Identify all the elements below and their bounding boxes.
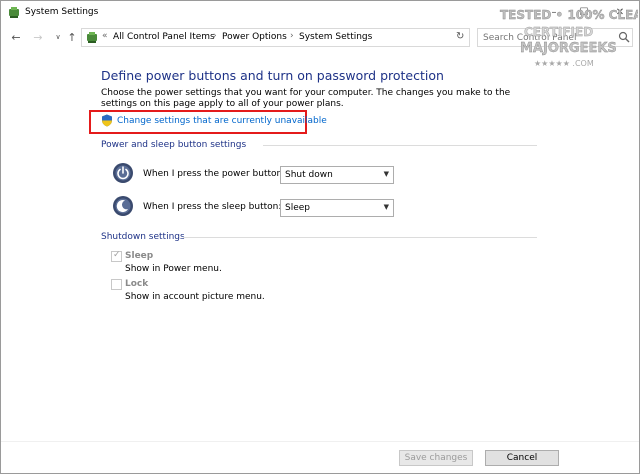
up-level-button[interactable]: ↑ xyxy=(65,30,79,44)
lock-checkbox[interactable] xyxy=(111,279,122,290)
breadcrumb-overflow[interactable]: « xyxy=(102,31,108,41)
save-changes-button[interactable]: Save changes xyxy=(399,450,473,466)
sleep-checkbox-label: Sleep xyxy=(125,251,154,261)
sleep-button-action-value: Sleep xyxy=(285,203,311,213)
uac-shield-icon xyxy=(102,114,112,127)
sleep-checkbox-description: Show in Power menu. xyxy=(125,264,222,274)
power-button-label: When I press the power button: xyxy=(143,169,286,179)
group-divider xyxy=(183,237,537,238)
change-settings-link[interactable]: Change settings that are currently unava… xyxy=(117,116,327,126)
system-settings-window: System Settings – ☐ ✕ ← → ∨ ↑ « All Cont… xyxy=(0,0,640,474)
lock-checkbox-description: Show in account picture menu. xyxy=(125,292,265,302)
breadcrumb-all-control-panel-items[interactable]: All Control Panel Items xyxy=(113,32,215,42)
power-button-icon xyxy=(113,163,133,183)
sleep-checkbox[interactable]: ✓ xyxy=(111,250,122,262)
page-title: Define power buttons and turn on passwor… xyxy=(101,68,444,83)
footer-divider xyxy=(1,441,639,442)
page-description: Choose the power settings that you want … xyxy=(101,88,511,109)
cancel-button[interactable]: Cancel xyxy=(485,450,559,466)
breadcrumb-system-settings[interactable]: System Settings xyxy=(299,32,372,42)
recent-locations-button[interactable]: ∨ xyxy=(51,30,65,44)
breadcrumb-separator[interactable]: › xyxy=(213,31,217,41)
chevron-down-icon: ▼ xyxy=(383,170,389,178)
watermark-line2: CERTIFIED xyxy=(524,25,593,39)
address-bar[interactable]: « All Control Panel Items › Power Option… xyxy=(81,28,470,47)
breadcrumb-power-options[interactable]: Power Options xyxy=(222,32,287,42)
breadcrumb-separator[interactable]: › xyxy=(290,31,294,41)
sleep-button-action-select[interactable]: Sleep ▼ xyxy=(280,199,394,217)
group-divider xyxy=(263,145,537,146)
power-button-action-select[interactable]: Shut down ▼ xyxy=(280,166,394,184)
majorgeeks-watermark: TESTED • 100% CLEAN CERTIFIED MAJORGEEKS… xyxy=(500,8,638,68)
lock-checkbox-label: Lock xyxy=(125,279,149,289)
sleep-button-icon xyxy=(113,196,133,216)
power-options-app-icon xyxy=(9,7,19,18)
refresh-icon[interactable]: ↻ xyxy=(456,31,468,44)
forward-button[interactable]: → xyxy=(31,30,45,44)
back-button[interactable]: ← xyxy=(9,30,23,44)
checkmark-icon: ✓ xyxy=(113,250,121,260)
window-title: System Settings xyxy=(25,7,99,17)
power-button-action-value: Shut down xyxy=(285,170,333,180)
shutdown-settings-group-title: Shutdown settings xyxy=(101,232,185,242)
control-panel-icon xyxy=(87,32,97,43)
watermark-line3: MAJORGEEKS xyxy=(520,41,617,56)
watermark-line1: TESTED • 100% CLEAN xyxy=(500,8,638,22)
watermark-line4: ★★★★★ .COM xyxy=(534,59,594,68)
sleep-button-label: When I press the sleep button: xyxy=(143,202,282,212)
chevron-down-icon: ▼ xyxy=(383,203,389,211)
power-settings-group-title: Power and sleep button settings xyxy=(101,140,247,150)
